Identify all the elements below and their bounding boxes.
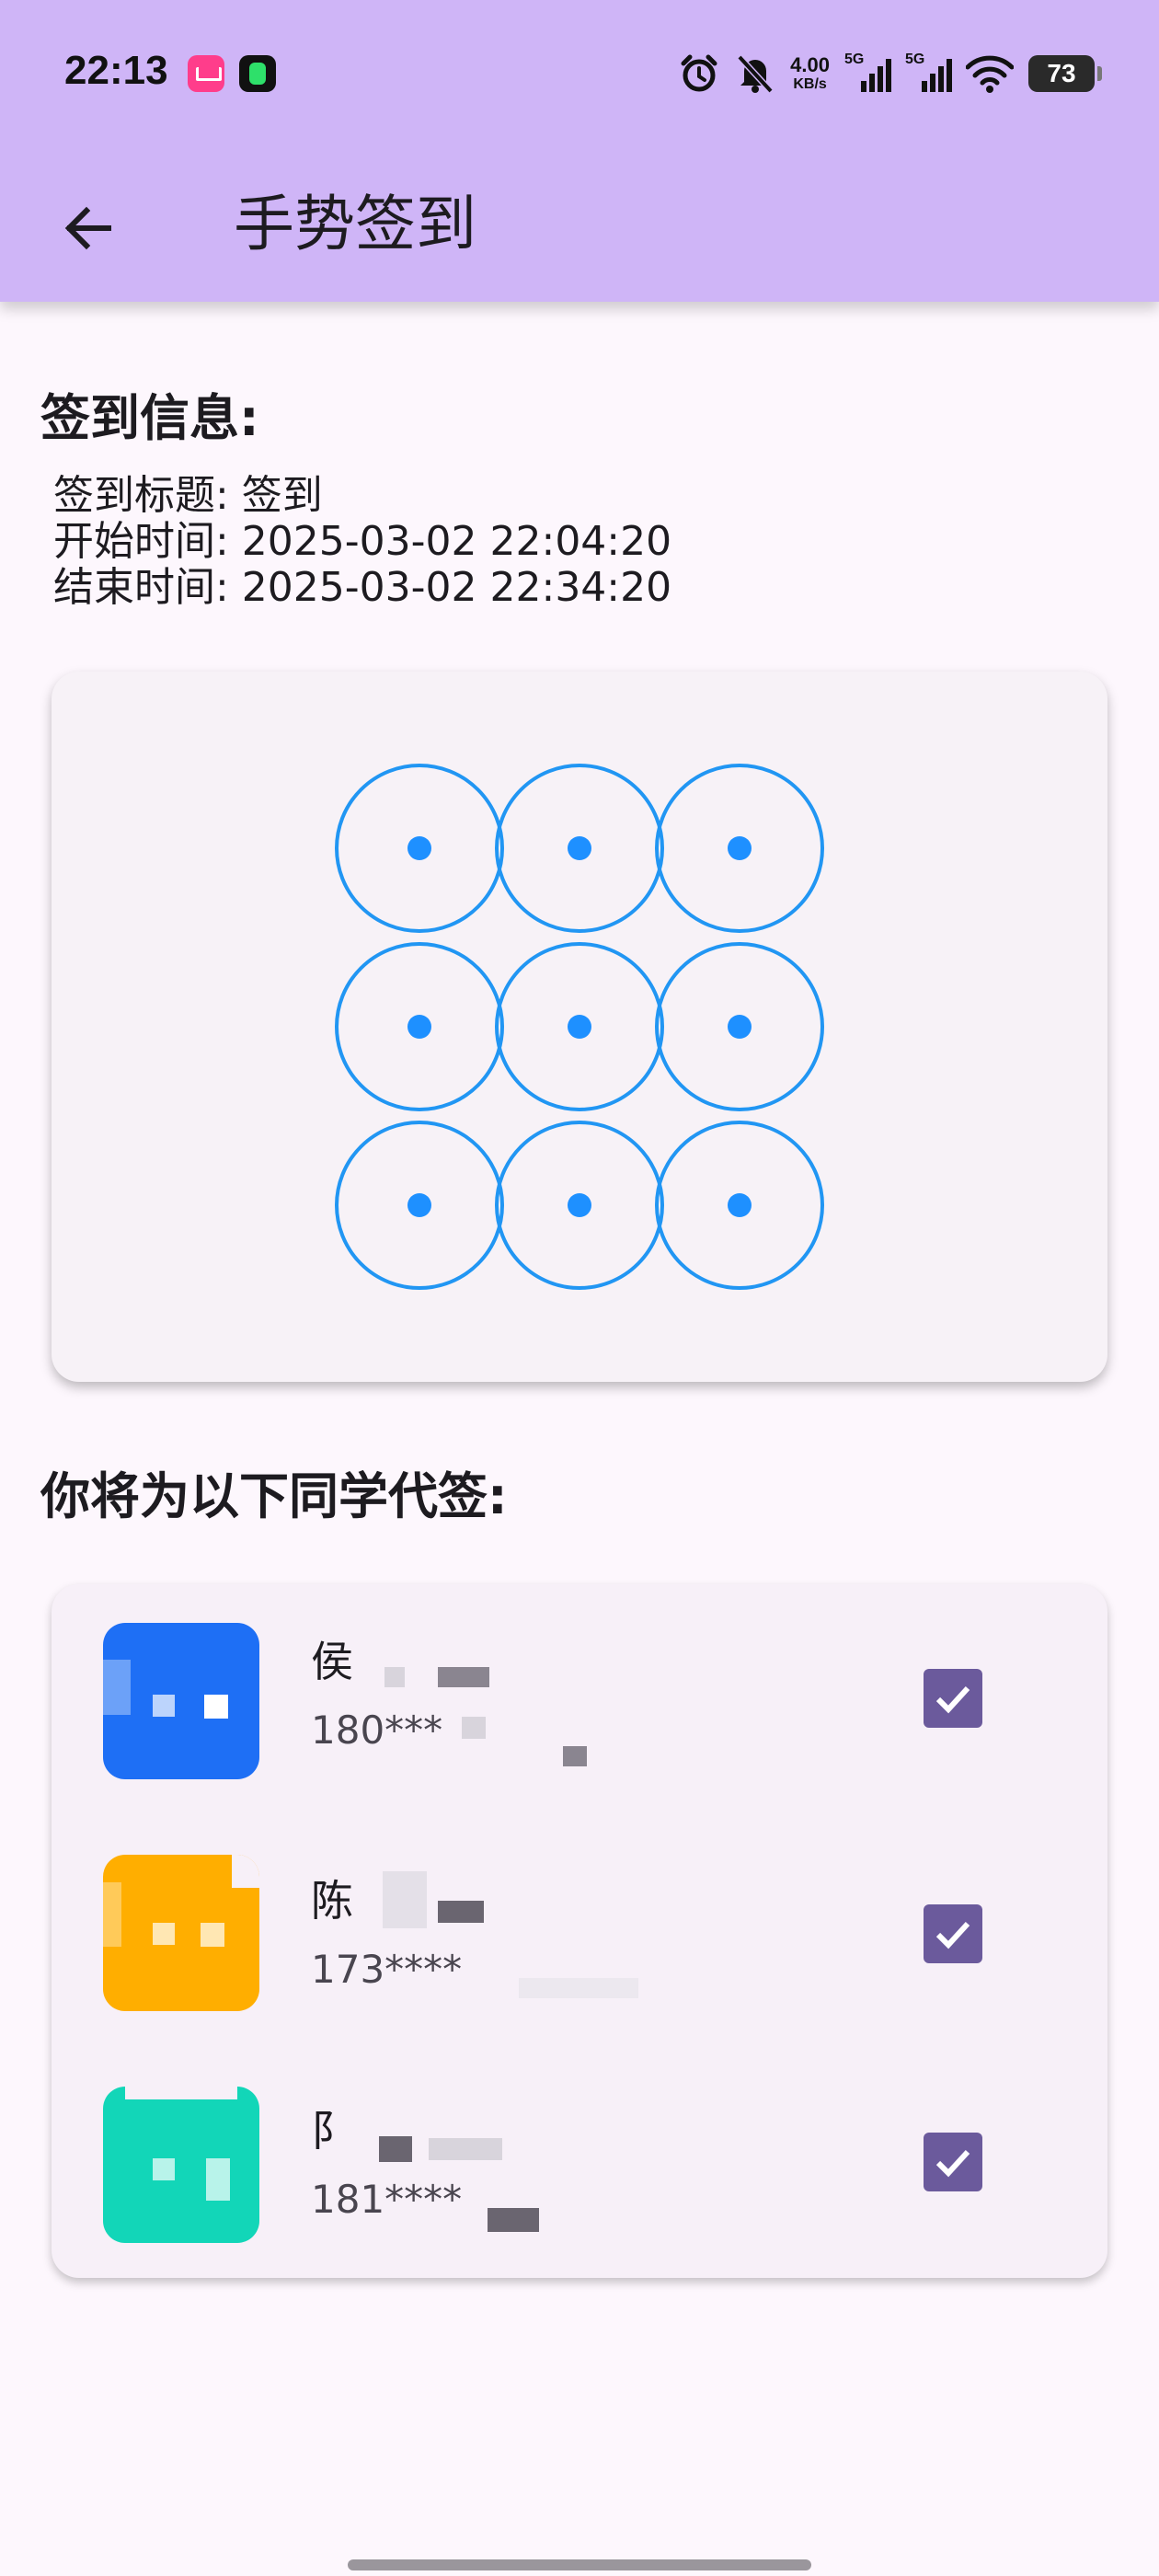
mute-icon (737, 54, 774, 94)
gesture-dot (568, 1015, 591, 1039)
gesture-node[interactable] (495, 764, 664, 933)
network-speed-unit: KB/s (793, 76, 827, 92)
network-speed: 4.00 KB/s (790, 55, 830, 92)
arrow-back-icon (64, 206, 111, 250)
student-checkbox[interactable] (924, 1904, 982, 1963)
student-avatar (103, 2087, 259, 2243)
alarm-icon (681, 54, 717, 92)
gesture-node[interactable] (495, 1121, 664, 1290)
proxy-heading: 你将为以下同学代签: (40, 1467, 508, 1525)
gesture-dot (568, 1193, 591, 1217)
gesture-node[interactable] (335, 942, 504, 1111)
wifi-icon (966, 55, 1014, 93)
student-checkbox[interactable] (924, 2133, 982, 2191)
student-phone: 180*** (311, 1708, 443, 1753)
gesture-card (52, 672, 1107, 1382)
student-avatar (103, 1623, 259, 1779)
gesture-node[interactable] (495, 942, 664, 1111)
app-bar: 手势签到 (0, 147, 1159, 302)
student-avatar (103, 1855, 259, 2011)
gesture-dot (407, 836, 431, 860)
sim2-label: 5G (905, 52, 925, 67)
gesture-dot (407, 1193, 431, 1217)
header: 22:13 4.00 KB/s 5G 5G 73 手势签到 (0, 0, 1159, 302)
back-button[interactable] (44, 184, 132, 272)
student-row[interactable]: 陈 173**** (52, 1816, 1107, 2046)
gesture-dot (728, 1015, 752, 1039)
info-title-line: 签到标题: 签到 (53, 472, 323, 519)
check-icon (935, 1921, 970, 1949)
student-name: 阝 (311, 2106, 353, 2156)
battery-icon: 73 (1028, 55, 1102, 92)
status-bar: 22:13 4.00 KB/s 5G 5G 73 (0, 0, 1159, 147)
student-name: 侯 (311, 1637, 353, 1686)
gesture-node[interactable] (335, 1121, 504, 1290)
student-checkbox[interactable] (924, 1669, 982, 1728)
status-time: 22:13 (64, 48, 168, 93)
check-icon (935, 1685, 970, 1714)
gesture-node[interactable] (655, 1121, 824, 1290)
gesture-pad[interactable] (52, 672, 1107, 1382)
info-start-time: 开始时间: 2025-03-02 22:04:20 (53, 518, 672, 565)
gesture-node[interactable] (335, 764, 504, 933)
info-block: 签到标题: 签到 开始时间: 2025-03-02 22:04:20 结束时间:… (53, 473, 671, 611)
gesture-dot (728, 836, 752, 860)
network-speed-value: 4.00 (790, 53, 830, 76)
student-phone: 181**** (311, 2177, 463, 2222)
signal-icon: 5G (844, 52, 891, 96)
gesture-dot (728, 1193, 752, 1217)
student-row[interactable]: 侯 180*** (52, 1584, 1107, 1814)
status-icons: 4.00 KB/s 5G 5G 73 (678, 48, 1102, 99)
notification-app-icon (239, 55, 276, 92)
battery-level: 73 (1047, 59, 1076, 87)
signal-icon: 5G (905, 52, 952, 96)
notification-app-icon (188, 55, 224, 92)
student-name: 陈 (311, 1876, 353, 1926)
students-card: 侯 180*** 陈 173**** 阝 181**** (52, 1584, 1107, 2278)
check-icon (935, 2149, 970, 2178)
page-title: 手势签到 (234, 189, 476, 259)
gesture-dot (568, 836, 591, 860)
gesture-node[interactable] (655, 942, 824, 1111)
home-indicator[interactable] (348, 2559, 811, 2570)
student-row[interactable]: 阝 181**** (52, 2046, 1107, 2276)
gesture-dot (407, 1015, 431, 1039)
sim1-label: 5G (844, 52, 865, 67)
info-heading: 签到信息: (40, 389, 259, 447)
student-phone: 173**** (311, 1947, 463, 1992)
gesture-node[interactable] (655, 764, 824, 933)
info-end-time: 结束时间: 2025-03-02 22:34:20 (53, 564, 672, 611)
